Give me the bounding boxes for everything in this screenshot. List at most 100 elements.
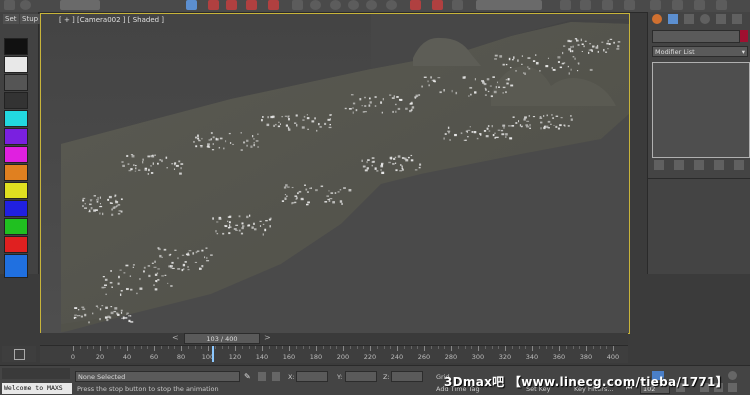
snap-icon[interactable]: [268, 0, 279, 10]
modify-icon[interactable]: [668, 14, 678, 24]
create-icon[interactable]: [652, 14, 662, 24]
extra-tool-icon[interactable]: [694, 0, 705, 10]
layer-manager-icon[interactable]: [410, 0, 421, 10]
remove-modifier-icon[interactable]: [714, 160, 724, 170]
rotate-icon[interactable]: [226, 0, 237, 10]
object-color-swatch[interactable]: [740, 30, 748, 42]
time-slider-handle[interactable]: 103 / 400: [184, 333, 260, 344]
scale-icon[interactable]: [246, 0, 257, 10]
pin-icon[interactable]: ✎: [244, 372, 252, 381]
extra-tool-icon[interactable]: [716, 0, 727, 10]
extra-tool-icon[interactable]: [672, 0, 683, 10]
ruler-minor-tick: [403, 346, 405, 349]
ruler-tick: [505, 346, 506, 351]
color-swatch[interactable]: [4, 74, 28, 91]
display-icon[interactable]: [716, 14, 726, 24]
color-swatch[interactable]: [4, 218, 28, 235]
ruler-tick: [208, 346, 209, 351]
modifier-stack[interactable]: [652, 62, 750, 158]
viewport-layout-icon[interactable]: [624, 0, 635, 10]
select-object-icon[interactable]: [186, 0, 197, 10]
utilities-icon[interactable]: [732, 14, 742, 24]
hierarchy-icon[interactable]: [684, 14, 694, 24]
camera-viewport[interactable]: [ + ] [Camera002 ] [ Shaded ]: [40, 13, 630, 334]
color-swatch[interactable]: [4, 92, 28, 109]
quick-render-icon[interactable]: [580, 0, 591, 10]
pin-stack-icon[interactable]: [654, 160, 664, 170]
ruler-minor-tick: [228, 346, 230, 349]
schematic-view-icon[interactable]: [330, 0, 341, 10]
prev-frame-icon[interactable]: <: [172, 331, 180, 344]
orbit-icon[interactable]: [728, 371, 737, 380]
ruler-minor-tick: [113, 346, 115, 349]
maxscript-mini-listener[interactable]: Welcome to MAXS: [2, 383, 72, 394]
named-selection-input[interactable]: [476, 0, 542, 10]
render-frame-icon[interactable]: [560, 0, 571, 10]
ruler-tick-label: 200: [336, 353, 350, 361]
color-swatch[interactable]: [4, 128, 28, 145]
ruler-minor-tick: [471, 346, 473, 349]
configure-sets-icon[interactable]: [734, 160, 744, 170]
color-swatch[interactable]: [4, 38, 28, 55]
redo-icon[interactable]: [20, 0, 31, 10]
ruler-minor-tick: [214, 346, 216, 349]
maxscript-listener-top[interactable]: [2, 368, 70, 379]
maximize-viewport-icon[interactable]: [728, 383, 737, 392]
divider: [648, 178, 750, 179]
object-name-field[interactable]: [652, 30, 740, 43]
ruler-tick-label: 60: [149, 353, 159, 361]
chevron-down-icon: ▾: [741, 48, 745, 56]
x-coordinate-field[interactable]: [296, 371, 328, 382]
lock-selection-icon[interactable]: [258, 372, 266, 381]
ruler-minor-tick: [444, 346, 446, 349]
color-swatch[interactable]: [4, 200, 28, 217]
color-swatch[interactable]: [4, 254, 28, 278]
timeline-toggle[interactable]: [2, 346, 36, 362]
z-coordinate-field[interactable]: [391, 371, 423, 382]
active-shade-icon[interactable]: [602, 0, 613, 10]
ruler-tick: [343, 346, 344, 351]
move-icon[interactable]: [208, 0, 219, 10]
extra-tool-icon[interactable]: [650, 0, 661, 10]
ruler-tick: [478, 346, 479, 351]
color-swatch[interactable]: [4, 182, 28, 199]
y-coordinate-field[interactable]: [345, 371, 377, 382]
color-swatch[interactable]: [4, 164, 28, 181]
main-toolbar: [0, 0, 750, 13]
viewport-label[interactable]: [ + ] [Camera002 ] [ Shaded ]: [59, 16, 164, 24]
ruler-minor-tick: [491, 346, 493, 349]
curve-editor-icon[interactable]: [310, 0, 321, 10]
align-icon[interactable]: [432, 0, 443, 10]
mirror-icon[interactable]: [292, 0, 303, 10]
show-end-result-icon[interactable]: [674, 160, 684, 170]
ruler-minor-tick: [282, 346, 284, 349]
ruler-tick: [586, 346, 587, 351]
absolute-mode-icon[interactable]: [272, 372, 280, 381]
z-label: Z:: [383, 373, 390, 381]
tab-setup[interactable]: Stup: [20, 14, 41, 24]
ruler-minor-tick: [174, 346, 176, 349]
tab-set[interactable]: Set: [3, 14, 19, 24]
selection-filter-dropdown[interactable]: [60, 0, 100, 10]
next-frame-icon[interactable]: >: [264, 331, 272, 344]
color-swatch[interactable]: [4, 56, 28, 73]
mini-curve-editor-icon[interactable]: [14, 349, 25, 360]
color-swatch[interactable]: [4, 146, 28, 163]
time-slider-track[interactable]: < 103 / 400 >: [40, 333, 628, 344]
ruler-minor-tick: [592, 346, 594, 349]
ruler-tick: [424, 346, 425, 351]
modifier-list-dropdown[interactable]: Modifier List ▾: [652, 46, 748, 57]
current-frame-marker[interactable]: [212, 346, 215, 362]
motion-icon[interactable]: [700, 14, 710, 24]
color-swatch[interactable]: [4, 110, 28, 127]
make-unique-icon[interactable]: [694, 160, 704, 170]
render-setup-icon[interactable]: [366, 0, 377, 10]
render-icon[interactable]: [386, 0, 397, 10]
ruler-minor-tick: [268, 346, 270, 349]
color-swatch[interactable]: [4, 236, 28, 253]
toggle-ribbon-icon[interactable]: [452, 0, 463, 10]
ruler-minor-tick: [140, 346, 142, 349]
material-editor-icon[interactable]: [348, 0, 359, 10]
track-bar[interactable]: 0 20 40 60 80 100 120 140 160 180 200 220 240 260 280 3…: [40, 345, 628, 363]
undo-icon[interactable]: [4, 0, 15, 10]
